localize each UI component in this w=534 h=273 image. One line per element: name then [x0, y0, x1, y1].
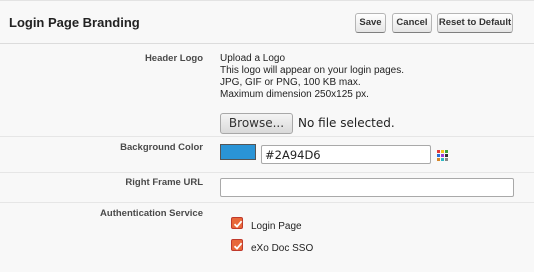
login-branding-panel: Login Page Branding Save Cancel Reset to…	[0, 0, 534, 272]
background-color-label: Background Color	[120, 142, 203, 153]
panel-header: Login Page Branding Save Cancel Reset to…	[0, 1, 534, 44]
login-page-option-label: Login Page	[251, 221, 302, 232]
authentication-service-row: Authentication Service	[0, 203, 534, 273]
upload-logo-title: Upload a Logo	[220, 53, 286, 64]
save-button[interactable]: Save	[355, 13, 386, 33]
upload-logo-description: This logo will appear on your login page…	[220, 65, 404, 76]
authentication-service-label: Authentication Service	[100, 208, 203, 219]
checkmark-icon	[233, 242, 243, 250]
checkmark-icon	[233, 220, 243, 228]
exo-doc-sso-checkbox[interactable]	[231, 239, 243, 251]
browse-button[interactable]: Browse...	[220, 113, 293, 134]
exo-doc-sso-option-label: eXo Doc SSO	[251, 243, 314, 254]
header-logo-label: Header Logo	[144, 53, 203, 64]
color-palette-icon[interactable]	[437, 150, 448, 161]
cancel-button[interactable]: Cancel	[392, 13, 432, 33]
background-color-input[interactable]	[261, 145, 431, 164]
right-frame-url-label: Right Frame URL	[125, 177, 203, 188]
page-title: Login Page Branding	[9, 15, 140, 30]
color-swatch[interactable]	[220, 144, 256, 160]
reset-to-default-button[interactable]: Reset to Default	[437, 13, 513, 33]
upload-logo-formats: JPG, GIF or PNG, 100 KB max.	[220, 77, 361, 88]
upload-logo-dimensions: Maximum dimension 250x125 px.	[220, 89, 369, 100]
login-page-checkbox[interactable]	[231, 217, 243, 229]
file-status-text: No file selected.	[298, 116, 395, 130]
upload-logo-instructions: Upload a Logo This logo will appear on y…	[220, 53, 404, 101]
right-frame-url-input[interactable]	[220, 178, 514, 197]
